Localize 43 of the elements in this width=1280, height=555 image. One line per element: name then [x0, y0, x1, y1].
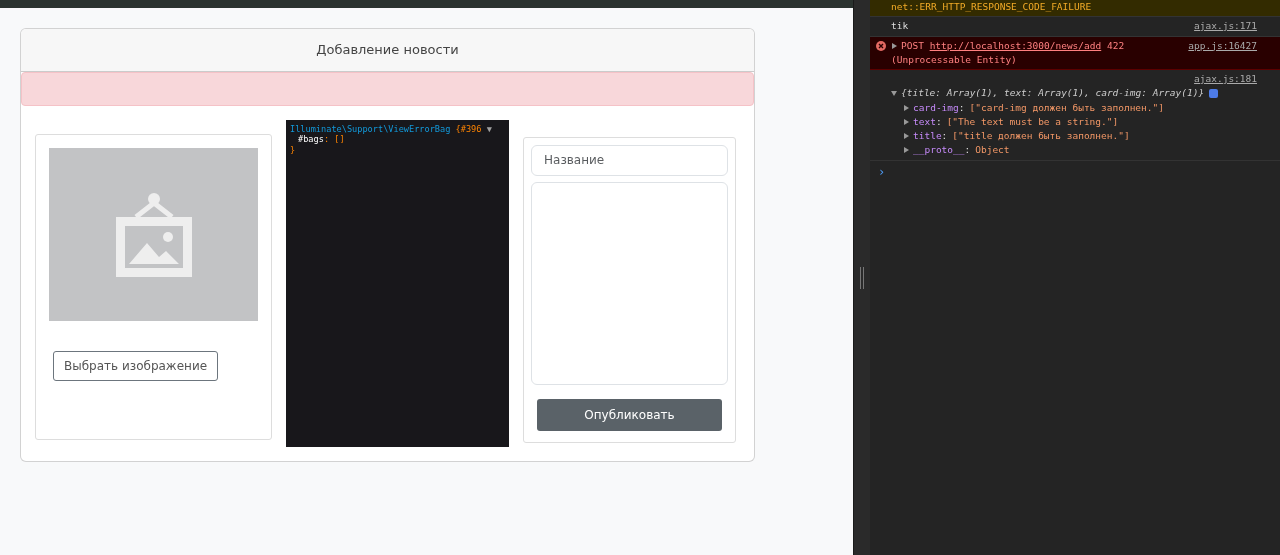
object-summary: {title: Array(1), text: Array(1), card-img: Array(1)}	[901, 86, 1205, 101]
choose-image-button[interactable]: Выбрать изображение	[53, 350, 219, 381]
resize-handle[interactable]	[860, 266, 864, 289]
dump-separator: :	[323, 134, 330, 145]
property-separator: :	[958, 100, 965, 115]
property-key: text	[913, 114, 936, 129]
error-icon	[876, 40, 886, 51]
property-key: card-img	[913, 100, 959, 115]
dump-toggle[interactable]: ▼	[486, 123, 492, 134]
console-prompt[interactable]: ›	[870, 160, 1280, 183]
source-link[interactable]: app.js:16427	[1188, 38, 1257, 67]
property-separator: :	[964, 143, 971, 158]
title-input[interactable]: Название	[531, 144, 728, 176]
publish-button[interactable]: Опубликовать	[537, 398, 722, 431]
property-value: ["The text must be a string."]	[946, 114, 1119, 129]
source-link[interactable]: ajax.js:181	[1194, 72, 1257, 87]
console-warning-text: net::ERR_HTTP_RESPONSE_CODE_FAILURE	[891, 0, 1092, 14]
expand-arrow-icon[interactable]	[903, 133, 909, 140]
expand-arrow-icon[interactable]	[903, 147, 909, 154]
status-text: (Unprocessable Entity)	[891, 52, 1018, 67]
expand-arrow-icon[interactable]	[903, 118, 909, 125]
dump-object-id: {#396	[455, 123, 482, 134]
status-code: 422	[1106, 39, 1125, 51]
expand-arrow-icon[interactable]	[903, 104, 909, 111]
dump-class-name: Illuminate\Support\ViewErrorBag	[290, 123, 451, 134]
info-icon	[1209, 88, 1219, 98]
expand-arrow-icon[interactable]	[891, 43, 897, 49]
console-log-text: tik	[891, 19, 909, 34]
property-key: title	[913, 129, 942, 144]
property-value: ["title должен быть заполнен."]	[952, 129, 1130, 143]
property-value: Object	[975, 143, 1010, 158]
dump-value: []	[334, 134, 345, 145]
property-value: ["card-img должен быть заполнен."]	[969, 100, 1164, 115]
property-separator: :	[941, 129, 948, 143]
card-title: Добавление новости	[21, 29, 754, 72]
property-key: __proto__	[913, 143, 965, 158]
dump-property: #bags	[298, 134, 324, 145]
request-method: POST	[901, 39, 924, 51]
property-separator: :	[935, 114, 942, 129]
collapse-arrow-icon[interactable]	[891, 90, 897, 97]
source-link[interactable]: ajax.js:171	[1194, 19, 1257, 34]
request-url-link[interactable]: http://localhost:3000/news/add	[929, 39, 1102, 51]
dump-closing-brace: }	[290, 144, 296, 155]
